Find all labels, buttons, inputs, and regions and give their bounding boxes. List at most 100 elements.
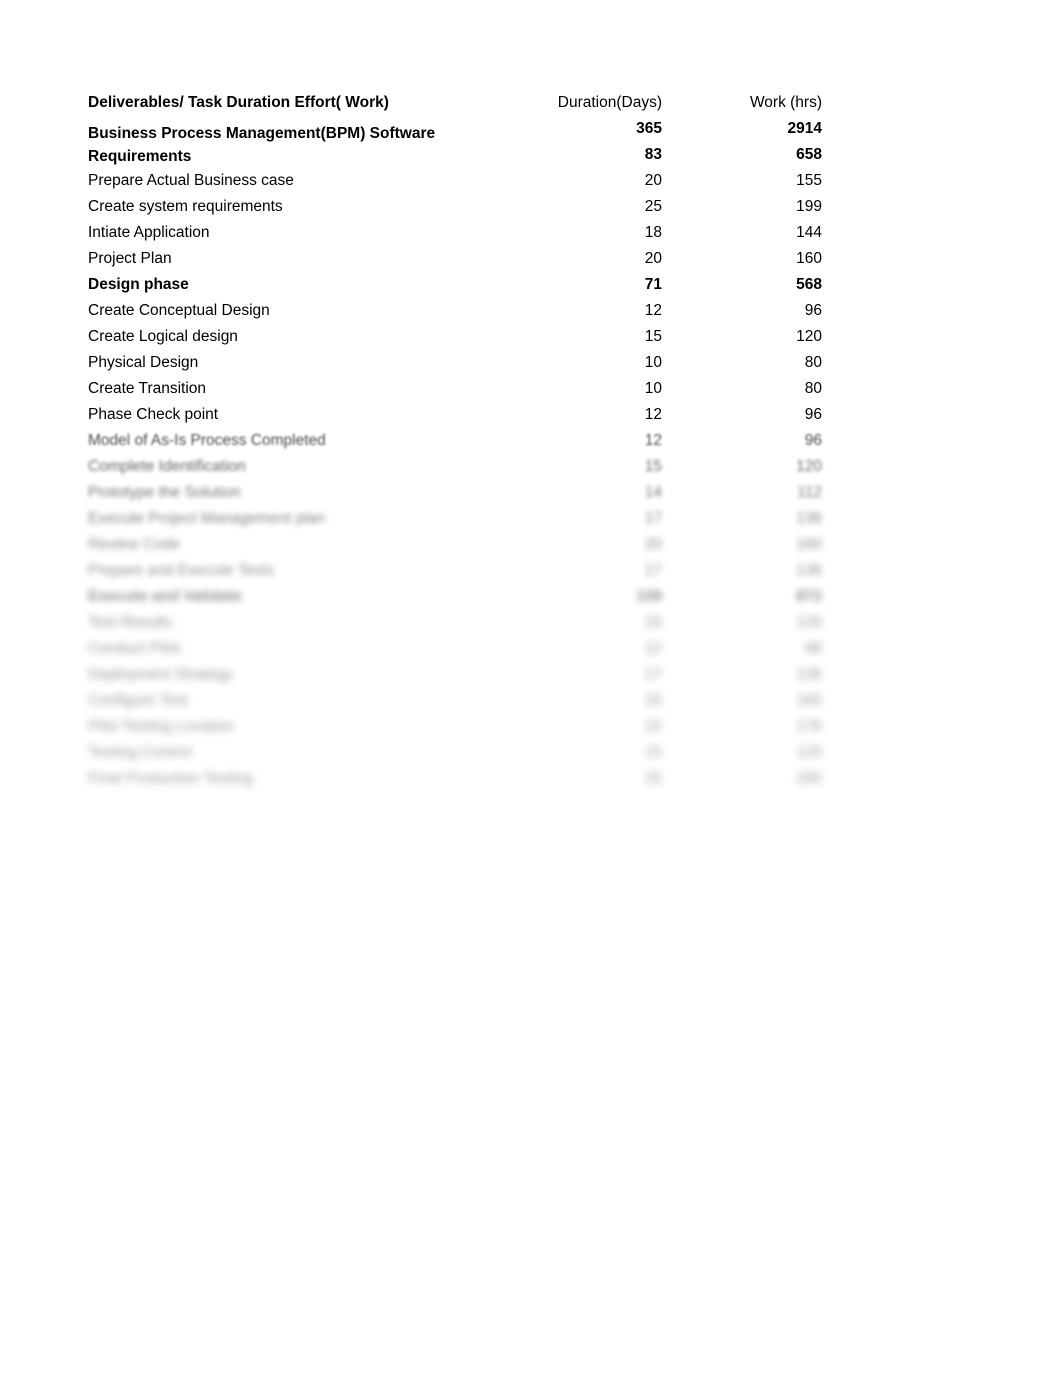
duration-cell: 17 [644, 510, 662, 527]
deliverables-table: Deliverables/ Task Duration Effort( Work… [88, 90, 833, 792]
table-row: Intiate Application 18 144 [88, 220, 833, 246]
duration-cell: 17 [644, 666, 662, 683]
task-cell: Final Production Testing [88, 770, 254, 787]
task-cell: Execute Project Management plan [88, 510, 325, 527]
duration-cell: 109 [636, 588, 662, 605]
work-cell: 155 [796, 172, 822, 189]
work-cell: 136 [796, 510, 822, 527]
duration-cell: 18 [644, 224, 662, 241]
header-work: Work (hrs) [749, 94, 822, 111]
task-cell: Conduct Pilot [88, 640, 181, 657]
work-cell: 80 [804, 354, 822, 371]
task-cell: Testing Control [88, 744, 192, 761]
table-row: Model of As-Is Process Completed 12 96 [88, 428, 833, 454]
table-row: Final Production Testing 25 200 [88, 766, 833, 792]
table-row: Business Process Management(BPM) Softwar… [88, 116, 833, 168]
task-cell: Create Logical design [88, 328, 238, 345]
work-cell: 144 [796, 224, 822, 241]
table-row: Complete Identification 15 120 [88, 454, 833, 480]
task-cell: Prototype the Solution [88, 484, 241, 501]
work-cell: 136 [796, 666, 822, 683]
task-cell: Physical Design [88, 354, 199, 371]
table-row: Conduct Pilot 12 96 [88, 636, 833, 662]
task-cell: Model of As-Is Process Completed [88, 432, 326, 449]
table-row: Review Code 20 160 [88, 532, 833, 558]
work-cell: 872 [796, 588, 822, 605]
work-value-requirements: 658 [796, 146, 822, 163]
header-duration: Duration(Days) [557, 94, 662, 111]
work-cell: 199 [796, 198, 822, 215]
table-row: Phase Check point 12 96 [88, 402, 833, 428]
task-label-line2: Requirements [88, 148, 192, 165]
duration-value-requirements: 83 [644, 146, 662, 163]
table-row: Execute Project Management plan 17 136 [88, 506, 833, 532]
table-row: Physical Design 10 80 [88, 350, 833, 376]
task-cell: Prepare Actual Business case [88, 172, 294, 189]
table-row: Create system requirements 25 199 [88, 194, 833, 220]
duration-cell: 15 [644, 328, 662, 345]
duration-cell: 17 [644, 562, 662, 579]
work-value-total: 2914 [787, 120, 822, 137]
table-row: Project Plan 20 160 [88, 246, 833, 272]
task-cell: Execute and Validate [88, 588, 243, 605]
duration-cell: 20 [644, 172, 662, 189]
duration-cell: 14 [644, 484, 662, 501]
task-label-line1: Business Process Management(BPM) Softwar… [88, 125, 436, 142]
table-row: Create Conceptual Design 12 96 [88, 298, 833, 324]
work-cell: 112 [797, 484, 822, 501]
duration-cell: 10 [644, 354, 662, 371]
work-cell: 120 [796, 744, 822, 761]
task-cell: Configure Test [88, 692, 188, 709]
task-cell: Phase Check point [88, 406, 219, 423]
duration-cell: 10 [644, 380, 662, 397]
work-cell: 568 [796, 276, 822, 293]
duration-cell: 22 [644, 718, 662, 735]
task-cell: Prepare and Execute Tests [88, 562, 274, 579]
table-row: Execute and Validate 109 872 [88, 584, 833, 610]
work-cell: 176 [796, 718, 822, 735]
work-cell: 96 [804, 432, 822, 449]
task-cell: Deployment Strategy [88, 666, 233, 683]
work-cell: 96 [804, 302, 822, 319]
table-row: Deployment Strategy 17 136 [88, 662, 833, 688]
task-cell: Design phase [88, 276, 189, 293]
task-cell: Business Process Management(BPM) Softwar… [88, 116, 513, 168]
work-cell: 160 [796, 250, 822, 267]
work-cell: 120 [796, 328, 822, 345]
work-cell: 160 [796, 692, 822, 709]
header-task: Deliverables/ Task Duration Effort( Work… [88, 94, 389, 111]
table-row: Design phase 71 568 [88, 272, 833, 298]
duration-cell: 365 83 [513, 116, 673, 168]
duration-cell: 12 [644, 406, 662, 423]
duration-cell: 25 [644, 198, 662, 215]
work-cell: 120 [796, 614, 822, 631]
task-cell: Intiate Application [88, 224, 210, 241]
work-cell: 96 [804, 406, 822, 423]
table-row: Prepare and Execute Tests 17 136 [88, 558, 833, 584]
duration-cell: 20 [644, 692, 662, 709]
table-header: Deliverables/ Task Duration Effort( Work… [88, 90, 833, 116]
duration-cell: 15 [644, 744, 662, 761]
duration-cell: 15 [644, 458, 662, 475]
work-cell: 136 [796, 562, 822, 579]
task-cell: Create system requirements [88, 198, 283, 215]
task-cell: Test Results [88, 614, 173, 631]
table-row: Prototype the Solution 14 112 [88, 480, 833, 506]
duration-value-total: 365 [636, 120, 662, 137]
task-cell: Complete Identification [88, 458, 246, 475]
work-cell: 96 [804, 640, 822, 657]
table-row: Configure Test 20 160 [88, 688, 833, 714]
duration-cell: 15 [644, 614, 662, 631]
table-row: Prepare Actual Business case 20 155 [88, 168, 833, 194]
table-row: Create Transition 10 80 [88, 376, 833, 402]
table-row: Testing Control 15 120 [88, 740, 833, 766]
task-cell: Create Transition [88, 380, 207, 397]
work-cell: 160 [796, 536, 822, 553]
duration-cell: 12 [644, 432, 662, 449]
task-cell: Review Code [88, 536, 181, 553]
duration-cell: 12 [644, 640, 662, 657]
duration-cell: 20 [644, 536, 662, 553]
spreadsheet-area: Deliverables/ Task Duration Effort( Work… [88, 90, 848, 792]
duration-cell: 71 [644, 276, 662, 293]
task-cell: Pilot Testing Location [88, 718, 235, 735]
